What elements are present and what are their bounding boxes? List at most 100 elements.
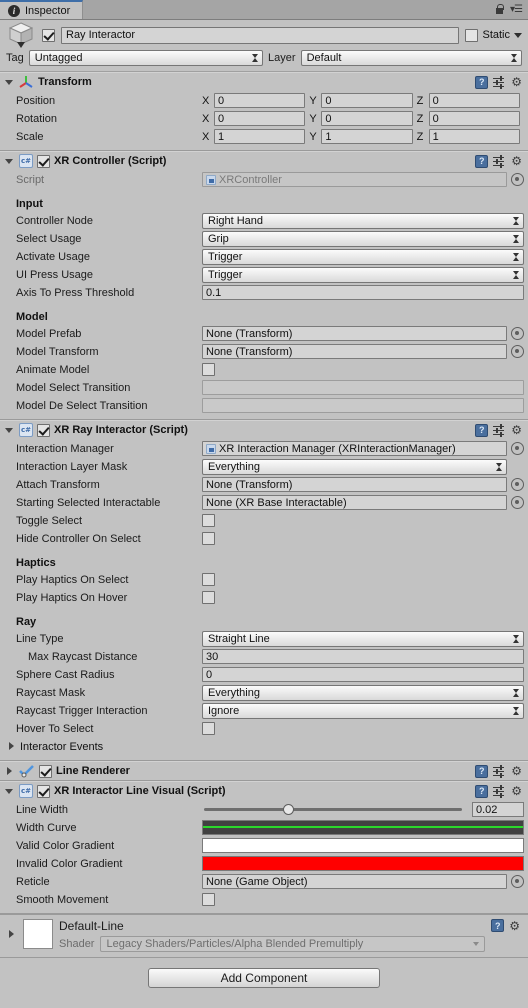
row-label-interactor-events: Interactor Events: [20, 740, 104, 753]
lock-icon[interactable]: [495, 4, 505, 15]
object-picker-icon[interactable]: [511, 173, 524, 186]
sphere-cast-radius-input[interactable]: 0: [202, 667, 524, 682]
help-icon[interactable]: ?: [475, 784, 489, 798]
gear-icon[interactable]: ⚙: [511, 155, 522, 167]
play-haptics-on-select-checkbox[interactable]: [202, 573, 215, 586]
preset-icon[interactable]: [493, 423, 506, 437]
animate-model-checkbox[interactable]: [202, 363, 215, 376]
smooth-movement-checkbox[interactable]: [202, 893, 215, 906]
controller-node-dropdown[interactable]: Right Hand: [202, 212, 524, 229]
preset-icon[interactable]: [493, 75, 506, 89]
valid-color-gradient-field[interactable]: [202, 838, 524, 853]
foldout-line-renderer[interactable]: [4, 766, 15, 777]
scale-z-input[interactable]: 1: [428, 129, 520, 144]
slider-handle[interactable]: [283, 804, 295, 815]
component-header-line-renderer[interactable]: Line Renderer ? ⚙: [0, 761, 528, 780]
model-de-select-transition-input[interactable]: [202, 398, 524, 413]
row-label-smooth-movement: Smooth Movement: [16, 893, 109, 906]
xr-controller-enabled-checkbox[interactable]: [37, 154, 50, 168]
foldout-xr-interactor-line-visual[interactable]: [4, 786, 15, 797]
help-icon[interactable]: ?: [491, 919, 505, 932]
model-transform-objectfield[interactable]: None (Transform): [202, 344, 507, 359]
static-checkbox[interactable]: [465, 28, 479, 42]
position-x-input[interactable]: 0: [214, 93, 306, 108]
foldout-material[interactable]: [6, 929, 17, 940]
script-objectfield[interactable]: XRController: [202, 172, 507, 187]
gear-icon[interactable]: ⚙: [511, 76, 522, 88]
attach-transform-objectfield[interactable]: None (Transform): [202, 477, 507, 492]
object-picker-icon[interactable]: [511, 327, 524, 340]
interaction-manager-objectfield[interactable]: XR Interaction Manager (XRInteractionMan…: [202, 441, 507, 456]
scale-y-input[interactable]: 1: [321, 129, 413, 144]
object-picker-icon[interactable]: [511, 345, 524, 358]
foldout-interactor-events[interactable]: [6, 741, 17, 752]
foldout-xr-ray-interactor[interactable]: [4, 425, 15, 436]
help-icon[interactable]: ?: [475, 423, 489, 437]
tag-dropdown[interactable]: Untagged: [28, 49, 264, 66]
component-header-transform[interactable]: Transform ? ⚙: [0, 72, 528, 91]
raycast-mask-dropdown[interactable]: Everything: [202, 684, 524, 701]
starting-selected-interactable-objectfield[interactable]: None (XR Base Interactable): [202, 495, 507, 510]
component-header-xr-ray-interactor[interactable]: c# XR Ray Interactor (Script) ? ⚙: [0, 420, 528, 439]
gear-icon[interactable]: ⚙: [511, 424, 522, 436]
hamburger-menu-icon[interactable]: ▾☰: [510, 4, 523, 15]
rotation-z-input[interactable]: 0: [428, 111, 520, 126]
gear-icon[interactable]: ⚙: [511, 765, 522, 777]
gear-icon[interactable]: ⚙: [509, 920, 520, 932]
row-interaction-manager: Interaction Manager XR Interaction Manag…: [4, 440, 524, 457]
position-y-input[interactable]: 0: [321, 93, 413, 108]
foldout-transform[interactable]: [4, 77, 15, 88]
row-invalid-color-gradient: Invalid Color Gradient: [4, 855, 524, 872]
width-curve-field[interactable]: [202, 820, 524, 835]
ui-press-usage-dropdown[interactable]: Trigger: [202, 266, 524, 283]
help-icon[interactable]: ?: [475, 764, 489, 778]
interaction-layer-mask-dropdown[interactable]: Everything: [202, 458, 507, 475]
help-icon[interactable]: ?: [475, 75, 489, 89]
gameobject-enabled-checkbox[interactable]: [42, 28, 55, 42]
preset-icon[interactable]: [493, 154, 506, 168]
prefab-cube-icon[interactable]: [6, 20, 36, 50]
hide-controller-on-select-checkbox[interactable]: [202, 532, 215, 545]
line-renderer-enabled-checkbox[interactable]: [39, 764, 52, 778]
foldout-xr-controller[interactable]: [4, 156, 15, 167]
object-picker-icon[interactable]: [511, 875, 524, 888]
activate-usage-dropdown[interactable]: Trigger: [202, 248, 524, 265]
xr-ray-interactor-enabled-checkbox[interactable]: [37, 423, 50, 437]
select-usage-dropdown[interactable]: Grip: [202, 230, 524, 247]
row-interactor-events[interactable]: Interactor Events: [4, 738, 524, 755]
position-z-input[interactable]: 0: [428, 93, 520, 108]
model-select-transition-input[interactable]: [202, 380, 524, 395]
preset-icon[interactable]: [493, 784, 506, 798]
preset-icon[interactable]: [493, 764, 506, 778]
gameobject-name-input[interactable]: Ray Interactor: [61, 26, 460, 44]
tab-inspector[interactable]: i Inspector: [0, 0, 84, 19]
rotation-x-input[interactable]: 0: [214, 111, 306, 126]
reticle-objectfield[interactable]: None (Game Object): [202, 874, 507, 889]
rotation-y-input[interactable]: 0: [321, 111, 413, 126]
static-dropdown-chevron-icon[interactable]: [514, 32, 522, 38]
axis-to-press-threshold-input[interactable]: 0.1: [202, 285, 524, 300]
add-component-button[interactable]: Add Component: [148, 968, 380, 988]
object-picker-icon[interactable]: [511, 478, 524, 491]
row-script: Script XRController: [4, 171, 524, 188]
component-header-xr-controller[interactable]: c# XR Controller (Script) ? ⚙: [0, 151, 528, 170]
scale-x-input[interactable]: 1: [214, 129, 306, 144]
line-width-input[interactable]: 0.02: [472, 802, 524, 817]
line-type-dropdown[interactable]: Straight Line: [202, 630, 524, 647]
component-header-xr-interactor-line-visual[interactable]: c# XR Interactor Line Visual (Script) ? …: [0, 781, 528, 800]
toggle-select-checkbox[interactable]: [202, 514, 215, 527]
help-icon[interactable]: ?: [475, 154, 489, 168]
invalid-color-gradient-field[interactable]: [202, 856, 524, 871]
gear-icon[interactable]: ⚙: [511, 785, 522, 797]
object-picker-icon[interactable]: [511, 496, 524, 509]
xr-interactor-line-visual-enabled-checkbox[interactable]: [37, 784, 50, 798]
object-picker-icon[interactable]: [511, 442, 524, 455]
line-width-slider[interactable]: [202, 802, 464, 817]
hover-to-select-checkbox[interactable]: [202, 722, 215, 735]
raycast-trigger-interaction-dropdown[interactable]: Ignore: [202, 702, 524, 719]
shader-dropdown[interactable]: Legacy Shaders/Particles/Alpha Blended P…: [100, 936, 486, 952]
max-raycast-distance-input[interactable]: 30: [202, 649, 524, 664]
play-haptics-on-hover-checkbox[interactable]: [202, 591, 215, 604]
layer-dropdown[interactable]: Default: [300, 49, 523, 66]
model-prefab-objectfield[interactable]: None (Transform): [202, 326, 507, 341]
